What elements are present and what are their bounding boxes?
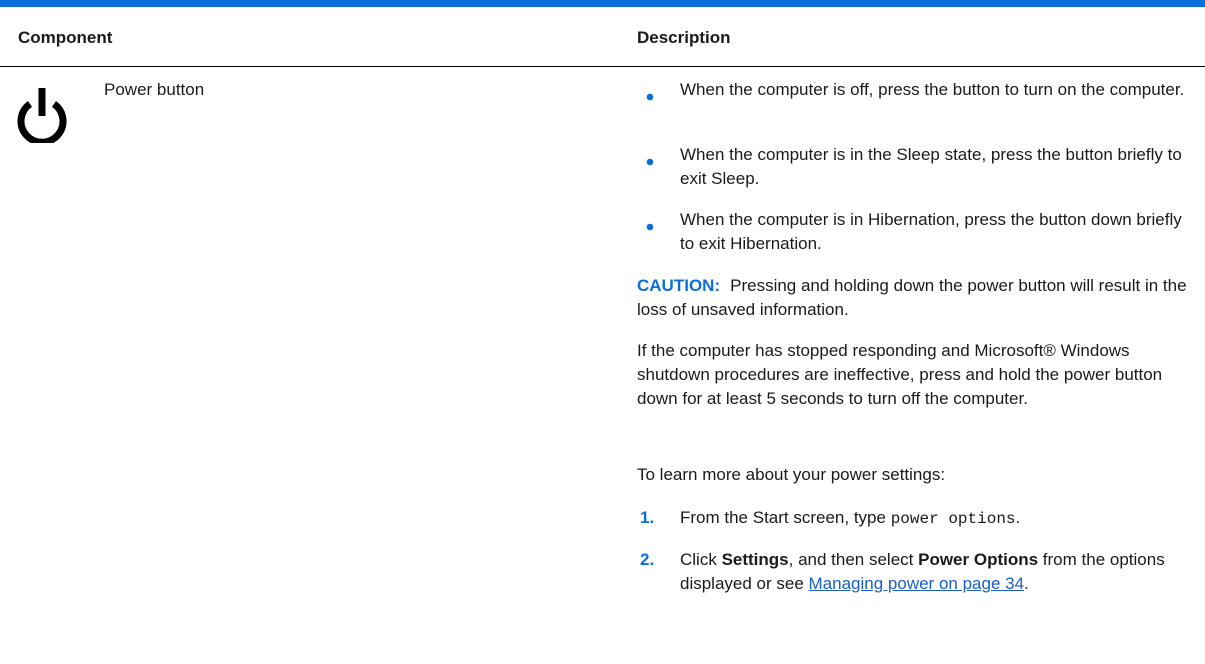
step-text: Click xyxy=(680,550,722,569)
step-number: 1. xyxy=(640,508,655,527)
caution-label: CAUTION: xyxy=(637,276,721,295)
step-code: power options xyxy=(890,510,1016,528)
bullet-item: When the computer is in the Sleep state,… xyxy=(680,145,1182,188)
power-icon xyxy=(17,88,67,143)
bullet-item: When the computer is off, press the butt… xyxy=(680,80,1185,99)
bullet-dot xyxy=(646,93,654,101)
learn-more-paragraph: To learn more about your power settings: xyxy=(637,465,946,484)
top-accent-bar xyxy=(0,0,1205,7)
bullet-dot xyxy=(646,158,654,166)
step-bold: Power Options xyxy=(918,550,1039,569)
header-component: Component xyxy=(18,28,113,47)
step-item: Click Settings, and then select Power Op… xyxy=(680,548,1200,596)
managing-power-link[interactable]: Managing power on page 34 xyxy=(809,574,1025,593)
component-name: Power button xyxy=(104,80,205,99)
step-text: . xyxy=(1024,574,1029,593)
unresponsive-paragraph: If the computer has stopped responding a… xyxy=(637,341,1163,408)
table-header: Component Description xyxy=(0,7,1205,67)
caution-paragraph: CAUTION: Pressing and holding down the po… xyxy=(637,274,1197,322)
bullet-dot xyxy=(646,223,654,231)
step-text: . xyxy=(1015,508,1021,527)
step-text: , and then select xyxy=(788,550,919,569)
step-number: 2. xyxy=(640,550,655,569)
step-bold: Settings xyxy=(721,550,789,569)
step-text: From the Start screen, type xyxy=(680,508,891,527)
step-item: From the Start screen, type power option… xyxy=(680,506,1200,531)
header-description: Description xyxy=(637,28,731,47)
bullet-item: When the computer is in Hibernation, pre… xyxy=(680,210,1182,253)
